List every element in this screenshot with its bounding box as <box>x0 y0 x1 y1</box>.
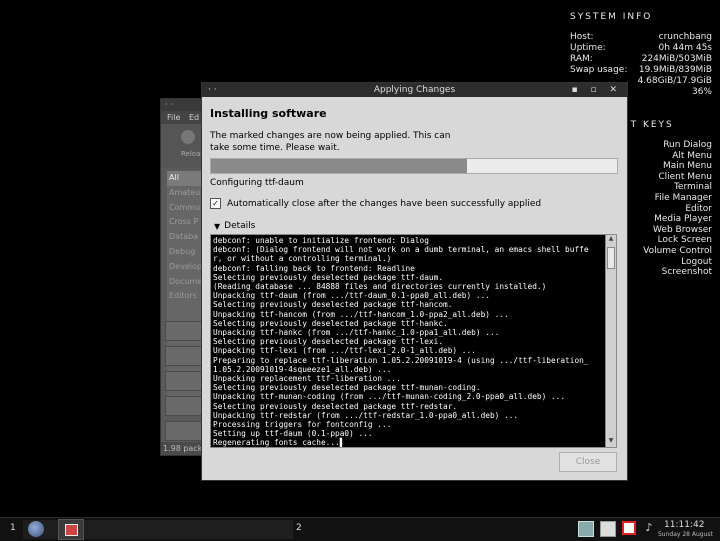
progress-status: Configuring ttf-daum <box>210 178 304 188</box>
conky-row-label: Host: <box>570 32 594 42</box>
conky-row-value: 224MiB/503MiB <box>641 54 712 64</box>
details-expander[interactable]: ▼ Details <box>214 221 255 231</box>
synaptic-task-icon[interactable] <box>58 519 84 540</box>
auto-close-label[interactable]: Automatically close after the changes ha… <box>227 199 541 209</box>
filter-button[interactable] <box>165 321 205 341</box>
filter-button[interactable] <box>165 371 205 391</box>
battery-icon[interactable] <box>622 521 636 535</box>
conky-row: Uptime: 0h 44m 45s <box>570 43 712 54</box>
filter-button[interactable] <box>165 346 205 366</box>
synaptic-toolbar: Reload <box>161 124 206 168</box>
progress-fill <box>211 159 467 173</box>
conky-row-value: 36% <box>691 87 712 97</box>
close-button[interactable]: Close <box>559 452 617 472</box>
window-controls-icon[interactable]: ▪ ▫ ✕ <box>572 83 622 97</box>
synaptic-menubar: File Ed <box>161 111 206 124</box>
synaptic-titlebar[interactable]: · · <box>161 99 206 111</box>
volume-icon[interactable]: ♪ <box>642 521 656 535</box>
conky-header: SYSTEM INFO <box>570 12 653 22</box>
conky-row-label: Swap usage: <box>570 65 628 75</box>
conky-row-label: RAM: <box>570 54 593 64</box>
workspace-2[interactable]: 2 <box>296 523 302 533</box>
auto-close-checkbox[interactable]: ✓ <box>210 198 221 209</box>
clipboard-icon[interactable] <box>600 521 616 537</box>
synaptic-window[interactable]: · · File Ed Reload All Amateur Commu Cross … <box>160 98 207 456</box>
menu-file[interactable]: File <box>167 113 180 122</box>
taskbar: 1 2 ♪ 11:11:42 Sunday 28 August <box>0 517 720 541</box>
conky-row-value: 0h 44m 45s <box>658 43 712 53</box>
menu-edit[interactable]: Ed <box>189 113 199 122</box>
globe-icon[interactable] <box>28 521 44 537</box>
terminal-scrollbar[interactable]: ▲ ▼ <box>605 235 616 447</box>
network-icon[interactable] <box>578 521 594 537</box>
scrollbar-thumb[interactable] <box>607 247 615 269</box>
conky-row: RAM: 224MiB/503MiB <box>570 54 712 65</box>
filter-buttons <box>165 321 205 446</box>
scroll-down-icon[interactable]: ▼ <box>606 437 616 447</box>
workspace-1[interactable]: 1 <box>10 523 16 533</box>
dialog-description: The marked changes are now being applied… <box>210 131 451 153</box>
dialog-content: Installing software The marked changes a… <box>202 97 627 480</box>
filter-button[interactable] <box>165 396 205 416</box>
conky-row-value: 4.68GiB/17.9GiB <box>637 76 712 86</box>
terminal-output[interactable]: debconf: unable to initialize frontend: … <box>210 234 617 448</box>
conky-row-value: 19.9MiB/839MiB <box>638 65 712 75</box>
details-label[interactable]: Details <box>224 221 255 231</box>
reload-icon[interactable] <box>181 130 195 144</box>
conky-row: Swap usage: 19.9MiB/839MiB <box>570 65 712 76</box>
dialog-titlebar[interactable]: · · Applying Changes ▪ ▫ ✕ <box>202 83 627 97</box>
conky-row: Host: crunchbang <box>570 32 712 43</box>
conky-row-value: crunchbang <box>658 32 712 42</box>
auto-close-option[interactable]: ✓ Automatically close after the changes … <box>210 198 541 209</box>
applying-changes-dialog: · · Applying Changes ▪ ▫ ✕ Installing so… <box>201 82 628 481</box>
terminal-text: debconf: unable to initialize frontend: … <box>213 236 589 448</box>
scroll-up-icon[interactable]: ▲ <box>606 235 616 245</box>
system-tray: ♪ <box>578 521 662 537</box>
filter-button[interactable] <box>165 421 205 441</box>
dialog-title: Applying Changes <box>373 85 456 95</box>
conky-row-label: Uptime: <box>570 43 606 53</box>
expander-triangle-icon[interactable]: ▼ <box>214 222 220 231</box>
dialog-heading: Installing software <box>210 107 327 120</box>
clock-date: Sunday 28 August <box>658 531 713 538</box>
clock-time[interactable]: 11:11:42 <box>664 520 704 530</box>
progress-bar <box>210 158 618 174</box>
